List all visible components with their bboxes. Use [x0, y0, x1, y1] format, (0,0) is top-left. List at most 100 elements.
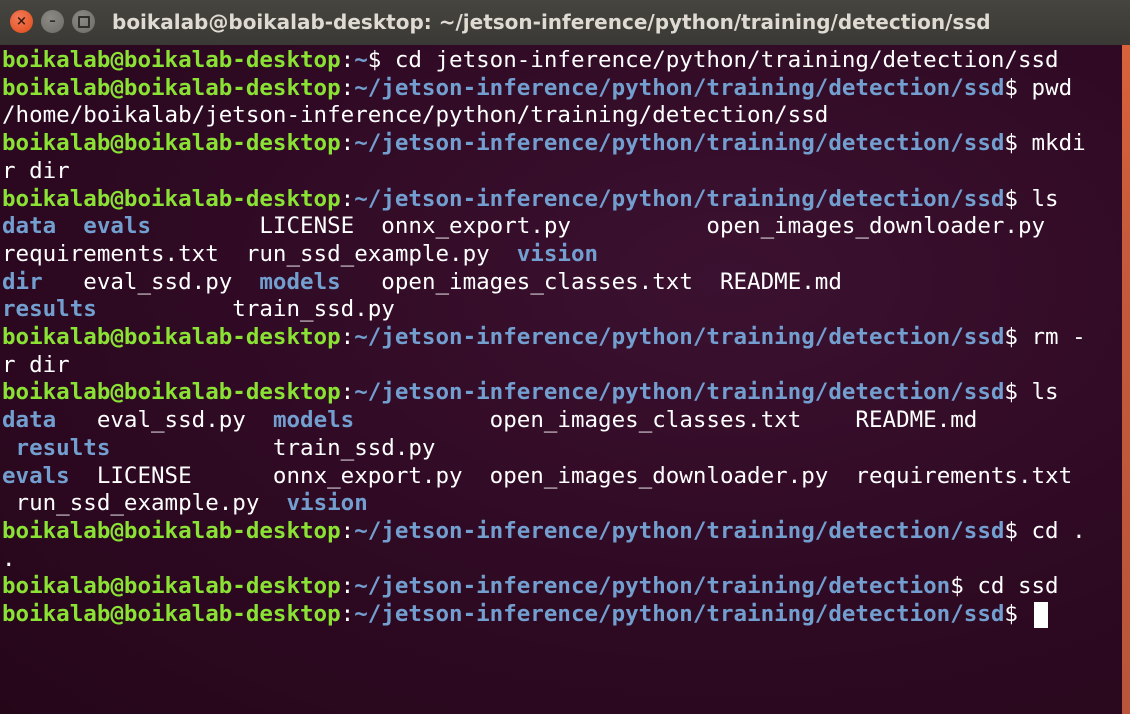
directory-name: data	[2, 407, 57, 434]
file-list-text: train_ssd.py	[96, 296, 395, 323]
prompt-dollar: $	[1004, 379, 1018, 406]
prompt-path: ~/jetson-inference/python/training/detec…	[354, 379, 1005, 406]
maximize-icon	[77, 15, 90, 28]
file-list-text: eval_ssd.py	[56, 407, 273, 434]
close-icon: ×	[16, 14, 27, 29]
command-text: cd .	[1017, 517, 1086, 544]
directory-name: vision	[286, 490, 368, 517]
maximize-button[interactable]	[72, 10, 95, 33]
prompt-dollar: $	[1004, 517, 1018, 544]
prompt-user: boikalab@boikalab-desktop	[2, 130, 341, 157]
file-list-text: LICENSE onnx_export.py open_images_downl…	[151, 213, 1046, 240]
terminal-line: requirements.txt run_ssd_example.py visi…	[2, 240, 598, 268]
prompt-dollar: $	[1004, 601, 1018, 627]
prompt-path: ~/jetson-inference/python/training/detec…	[354, 130, 1005, 157]
prompt-path: ~	[354, 47, 368, 73]
command-text: cd ssd	[963, 573, 1059, 600]
directory-name: models	[259, 268, 341, 295]
file-list-text: open_images_classes.txt README.md	[340, 268, 842, 295]
window-border	[1122, 45, 1130, 714]
prompt-colon: :	[340, 47, 355, 73]
prompt-user: boikalab@boikalab-desktop	[2, 573, 341, 600]
file-list-text: eval_ssd.py	[42, 268, 260, 295]
prompt-path: ~/jetson-inference/python/training/detec…	[354, 324, 1005, 350]
prompt-path: ~/jetson-inference/python/training/detec…	[354, 573, 951, 600]
terminal-line: boikalab@boikalab-desktop:~/jetson-infer…	[2, 378, 1059, 406]
prompt-path: ~/jetson-inference/python/training/detec…	[354, 517, 1005, 544]
terminal-line: r dir	[2, 351, 70, 379]
prompt-user: boikalab@boikalab-desktop	[2, 74, 341, 101]
prompt-colon: :	[340, 185, 355, 212]
terminal-output[interactable]: boikalab@boikalab-desktop:~$ cd jetson-i…	[0, 45, 1122, 714]
directory-name: evals	[2, 462, 70, 489]
command-text	[1018, 601, 1032, 627]
terminal-line: boikalab@boikalab-desktop:~/jetson-infer…	[2, 572, 1059, 600]
directory-name: vision	[516, 240, 599, 267]
file-list-text	[56, 213, 83, 239]
output-text: /home/boikalab/jetson-inference/python/t…	[2, 102, 829, 129]
prompt-user: boikalab@boikalab-desktop	[2, 47, 341, 73]
terminal-line: boikalab@boikalab-desktop:~/jetson-infer…	[2, 600, 1048, 628]
minimize-icon: –	[49, 14, 56, 29]
prompt-user: boikalab@boikalab-desktop	[2, 324, 341, 350]
directory-name: dir	[2, 268, 43, 295]
close-button[interactable]: ×	[10, 10, 33, 33]
file-list-text: LICENSE onnx_export.py open_images_downl…	[69, 462, 1073, 489]
prompt-colon: :	[340, 573, 355, 600]
file-list-text: train_ssd.py	[110, 434, 436, 461]
window-titlebar[interactable]: × – boikalab@boikalab-desktop: ~/jetson-…	[0, 0, 1130, 46]
directory-name: models	[272, 407, 355, 434]
window-title: boikalab@boikalab-desktop: ~/jetson-infe…	[112, 10, 991, 34]
terminal-line: boikalab@boikalab-desktop:~/jetson-infer…	[2, 129, 1086, 157]
prompt-dollar: $	[1004, 130, 1018, 157]
directory-name: results	[2, 296, 97, 323]
terminal-line: data eval_ssd.py models open_images_clas…	[2, 406, 977, 434]
terminal-line: boikalab@boikalab-desktop:~/jetson-infer…	[2, 517, 1086, 545]
prompt-dollar: $	[1004, 185, 1018, 212]
prompt-colon: :	[340, 601, 355, 627]
directory-name: evals	[83, 213, 152, 240]
terminal-line: r dir	[2, 157, 70, 185]
terminal-line: data evals LICENSE onnx_export.py open_i…	[2, 212, 1045, 240]
minimize-button[interactable]: –	[41, 10, 64, 33]
prompt-user: boikalab@boikalab-desktop	[2, 601, 341, 627]
file-list-text	[2, 435, 16, 461]
directory-name: results	[15, 434, 111, 461]
terminal-line: boikalab@boikalab-desktop:~/jetson-infer…	[2, 323, 1086, 351]
command-text: cd jetson-inference/python/training/dete…	[381, 47, 1059, 73]
terminal-line: results train_ssd.py	[2, 434, 436, 462]
command-text: mkdi	[1017, 130, 1086, 157]
prompt-colon: :	[340, 379, 355, 406]
output-text: r dir	[2, 351, 70, 378]
prompt-colon: :	[340, 130, 355, 157]
terminal-line: boikalab@boikalab-desktop:~/jetson-infer…	[2, 74, 1072, 102]
terminal-line: run_ssd_example.py vision	[2, 489, 368, 517]
prompt-path: ~/jetson-inference/python/training/detec…	[354, 185, 1005, 212]
terminal-line: results train_ssd.py	[2, 295, 395, 323]
prompt-dollar: $	[1004, 74, 1018, 101]
output-text: .	[2, 545, 16, 572]
terminal-line: /home/boikalab/jetson-inference/python/t…	[2, 101, 828, 129]
file-list-text: open_images_classes.txt README.md	[354, 407, 978, 434]
prompt-user: boikalab@boikalab-desktop	[2, 379, 341, 406]
prompt-dollar: $	[1004, 324, 1018, 350]
terminal-line: dir eval_ssd.py models open_images_class…	[2, 268, 842, 296]
prompt-colon: :	[340, 324, 355, 350]
file-list-text: run_ssd_example.py	[2, 490, 287, 517]
file-list-text: requirements.txt run_ssd_example.py	[2, 240, 517, 267]
output-text: r dir	[2, 157, 70, 184]
prompt-user: boikalab@boikalab-desktop	[2, 517, 341, 544]
command-text: pwd	[1017, 74, 1073, 101]
text-cursor	[1033, 601, 1048, 628]
command-text: ls	[1017, 185, 1059, 212]
prompt-dollar: $	[950, 573, 964, 600]
directory-name: data	[2, 213, 57, 240]
command-text: rm -	[1017, 324, 1086, 350]
prompt-dollar: $	[367, 47, 382, 73]
command-text: ls	[1017, 379, 1059, 406]
prompt-path: ~/jetson-inference/python/training/detec…	[354, 601, 1005, 627]
terminal-line: boikalab@boikalab-desktop:~/jetson-infer…	[2, 185, 1059, 213]
terminal-line: .	[2, 545, 16, 573]
prompt-user: boikalab@boikalab-desktop	[2, 185, 341, 212]
terminal-line: evals LICENSE onnx_export.py open_images…	[2, 462, 1072, 490]
